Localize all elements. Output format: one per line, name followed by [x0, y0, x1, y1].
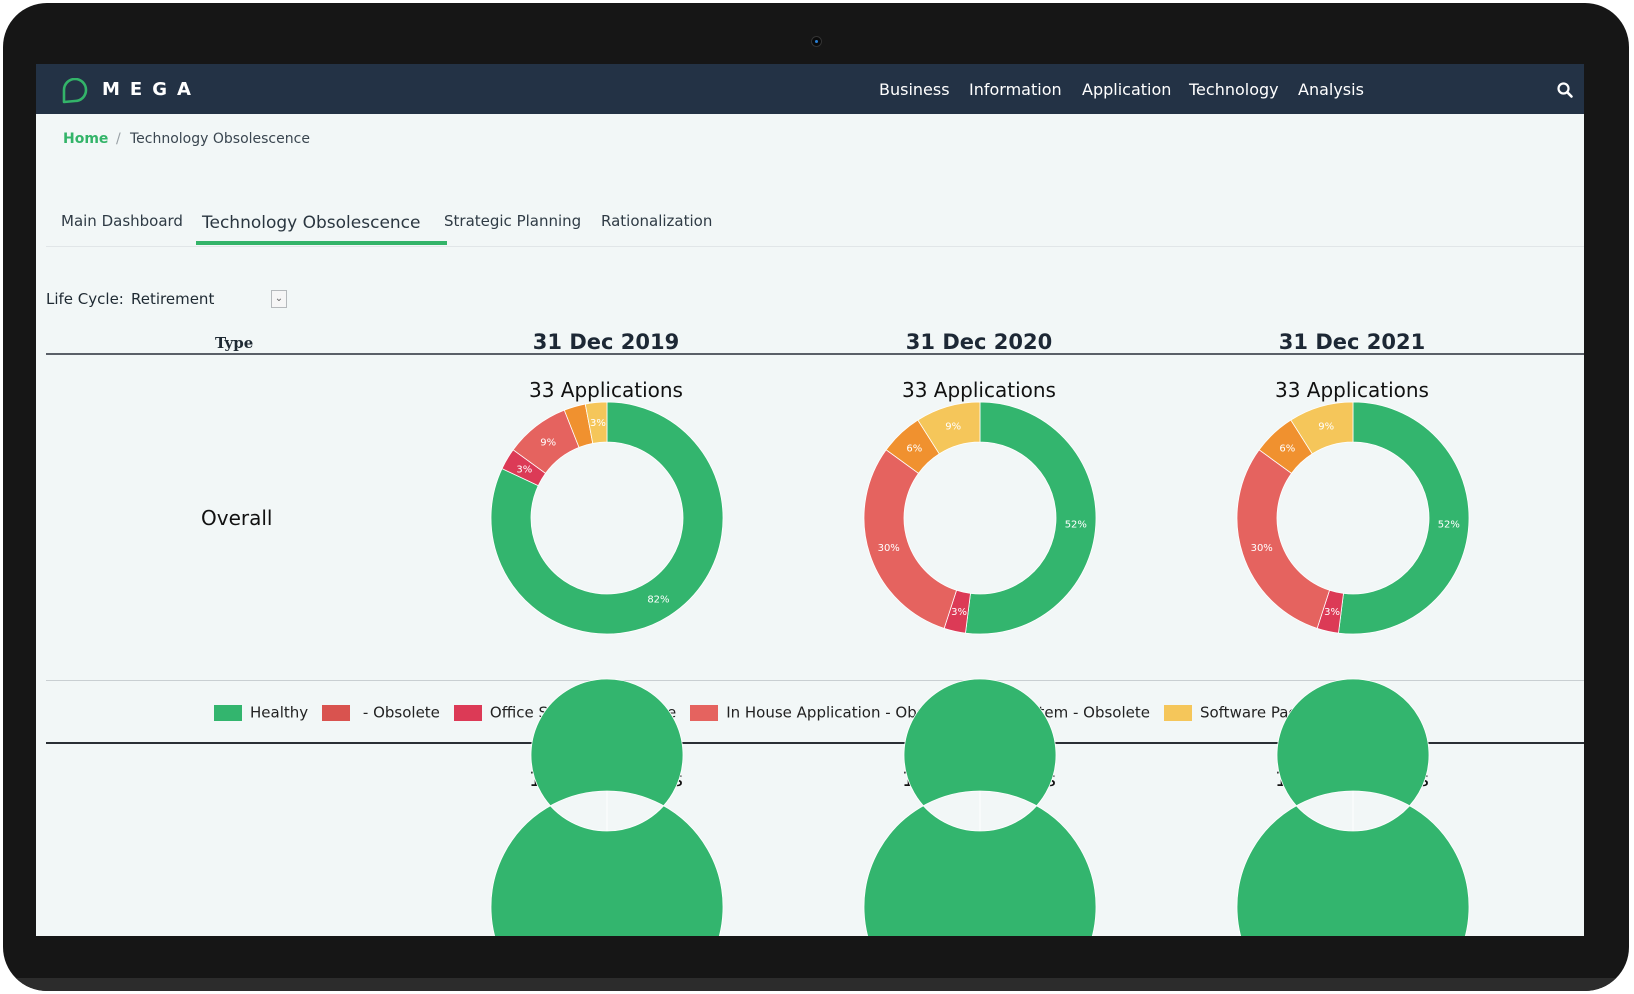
breadcrumb-home-link[interactable]: Home [63, 131, 108, 147]
device-chin [3, 978, 1629, 991]
nav-information[interactable]: Information [969, 80, 1062, 99]
donut-data-label: 6% [1279, 444, 1295, 455]
donut-slice[interactable] [965, 401, 1097, 635]
donut-slice[interactable] [1236, 449, 1331, 629]
donut-data-label: 6% [906, 444, 922, 455]
active-tab-indicator [196, 241, 447, 245]
legend-label: - Obsolete [358, 703, 440, 722]
type-column-header: Type [215, 334, 254, 352]
donut-chart-overall-2020: 52% 3% 30% 6% 9% [863, 401, 1097, 635]
donut-data-label: 52% [1438, 520, 1460, 531]
donut-chart-row2-2020 [863, 678, 1097, 936]
life-cycle-select[interactable]: Retirement [131, 290, 214, 308]
legend-item[interactable]: - Obsolete [322, 703, 440, 722]
app-count-2019: 33 Applications [529, 378, 683, 402]
donut-data-label: 9% [945, 421, 961, 432]
donut-chart-overall-2019: 82% 3% 9% 3% [490, 401, 724, 635]
donut-data-label: 82% [647, 595, 669, 606]
donut-data-label: 3% [1324, 607, 1340, 618]
tab-technology-obsolescence[interactable]: Technology Obsolescence [202, 213, 421, 233]
nav-business[interactable]: Business [879, 80, 950, 99]
donut-data-label: 30% [1251, 543, 1273, 554]
row-label-overall: Overall [201, 506, 273, 530]
donut-slice[interactable] [1338, 401, 1470, 635]
donut-chart-row2-2021 [1236, 678, 1470, 936]
breadcrumb-current: Technology Obsolescence [130, 131, 310, 147]
breadcrumb-separator: / [116, 131, 121, 147]
mega-logo-icon [62, 78, 88, 104]
tab-main-dashboard[interactable]: Main Dashboard [61, 212, 183, 230]
date-column-header-2020: 31 Dec 2020 [905, 330, 1053, 354]
donut-data-label: 52% [1065, 520, 1087, 531]
search-icon[interactable] [1556, 81, 1574, 99]
tab-rationalization[interactable]: Rationalization [601, 212, 712, 230]
app-count-2021: 33 Applications [1275, 378, 1429, 402]
brand-name: MEGA [102, 79, 201, 100]
nav-technology[interactable]: Technology [1189, 80, 1279, 99]
top-navigation-bar: MEGA Business Information Application Te… [36, 64, 1584, 114]
chart-legend: Healthy - ObsoleteOffice System - Obsole… [214, 703, 1429, 722]
donut-data-label: 9% [1318, 421, 1334, 432]
app-count-2020: 33 Applications [902, 378, 1056, 402]
nav-analysis[interactable]: Analysis [1298, 80, 1364, 99]
legend-swatch [453, 704, 482, 721]
life-cycle-label: Life Cycle: [46, 290, 124, 308]
legend-swatch [1163, 704, 1192, 721]
donut-data-label: 9% [540, 438, 556, 449]
donut-data-label: 30% [878, 543, 900, 554]
donut-chart-row2-2019 [490, 678, 724, 936]
legend-swatch [690, 704, 719, 721]
donut-data-label: 3% [590, 418, 606, 429]
app-screen: MEGA Business Information Application Te… [36, 64, 1584, 936]
donut-data-label: 3% [951, 607, 967, 618]
donut-slice[interactable] [863, 449, 958, 629]
donut-data-label: 3% [516, 465, 532, 476]
date-column-header-2019: 31 Dec 2019 [532, 330, 680, 354]
nav-application[interactable]: Application [1082, 80, 1171, 99]
legend-label: Healthy [250, 703, 309, 722]
legend-item[interactable]: Healthy [214, 703, 309, 722]
date-column-header-2021: 31 Dec 2021 [1278, 330, 1426, 354]
camera-dot [811, 36, 822, 47]
chevron-down-icon[interactable]: ⌄ [271, 290, 287, 308]
device-frame: MEGA Business Information Application Te… [3, 3, 1629, 991]
legend-swatch [322, 704, 351, 721]
tab-strategic-planning[interactable]: Strategic Planning [444, 212, 581, 230]
legend-swatch [214, 704, 242, 721]
tabs-divider [46, 246, 1584, 247]
donut-chart-overall-2021: 52% 3% 30% 6% 9% [1236, 401, 1470, 635]
header-divider [46, 353, 1584, 355]
